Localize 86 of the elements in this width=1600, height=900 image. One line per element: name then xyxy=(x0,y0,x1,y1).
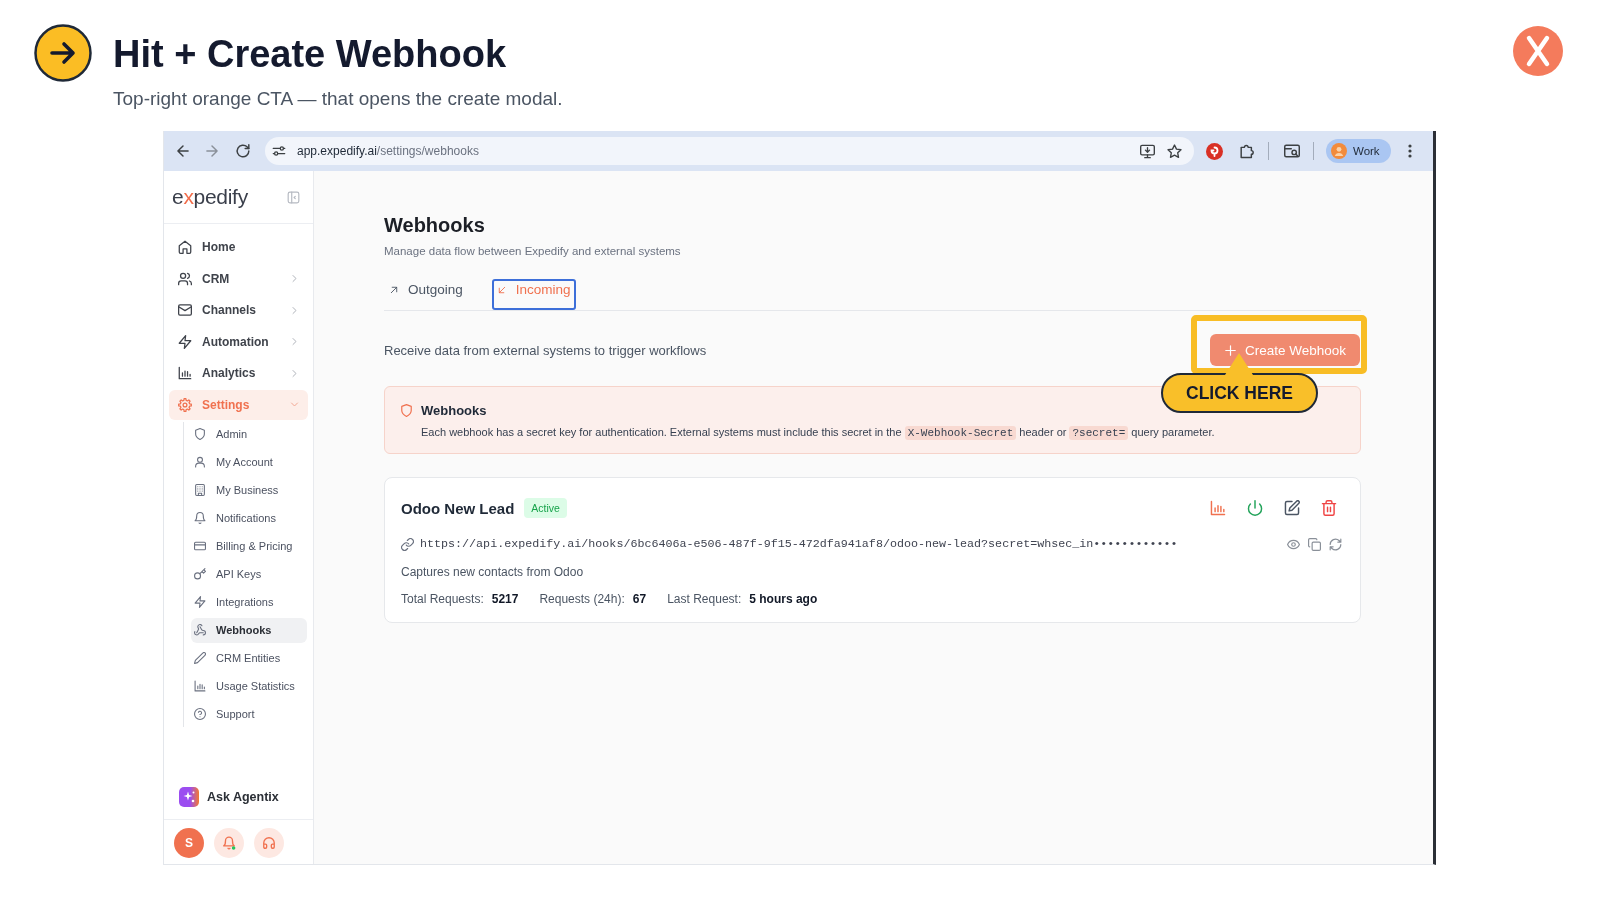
tab-search-icon[interactable] xyxy=(1284,143,1300,159)
eye-icon[interactable] xyxy=(1287,537,1300,551)
lightning-icon xyxy=(194,596,206,608)
slide-title: Hit + Create Webhook xyxy=(113,34,507,74)
submenu-item[interactable]: Integrations xyxy=(191,589,307,615)
stat-value: 5217 xyxy=(491,591,519,607)
stat-value: 67 xyxy=(632,591,647,607)
home-icon xyxy=(178,240,192,254)
reload-icon[interactable] xyxy=(235,143,251,159)
sliders-icon[interactable] xyxy=(272,144,286,158)
webhook-url: https://api.expedify.ai/hooks/6bc6406a-e506-487f-9f15-472dfa941af8/odoo-new-lead?secret=whsec_in•••••••••••• xyxy=(420,537,1178,551)
refresh-icon[interactable] xyxy=(1329,537,1342,551)
status-badge: Active xyxy=(524,498,567,518)
users-icon xyxy=(178,271,192,286)
slide-subtitle: Top-right orange CTA — that opens the create modal. xyxy=(113,88,563,110)
install-icon[interactable] xyxy=(1140,143,1155,159)
notice-title: Webhooks xyxy=(421,402,487,418)
bar-chart-icon xyxy=(194,680,206,692)
bar-chart-icon[interactable] xyxy=(1210,500,1226,516)
webhook-icon xyxy=(194,624,206,636)
submenu-item[interactable]: Webhooks xyxy=(191,617,307,643)
cross-logo-icon xyxy=(1513,26,1563,76)
page-subtitle: Manage data flow between Expedify and external systems xyxy=(384,244,682,259)
submenu-item[interactable]: My Account xyxy=(191,449,307,475)
stat-value: 5 hours ago xyxy=(749,591,818,607)
assistant-button[interactable]: Ask Agentix xyxy=(170,781,307,813)
power-icon[interactable] xyxy=(1247,500,1263,516)
building-icon xyxy=(194,484,206,496)
nav-item[interactable]: Home xyxy=(169,232,308,262)
submenu-item[interactable]: CRM Entities xyxy=(191,645,307,671)
notification-bell-icon[interactable] xyxy=(214,828,244,858)
submenu-item[interactable]: Billing & Pricing xyxy=(191,533,307,559)
headset-icon[interactable] xyxy=(254,828,284,858)
logo-wordmark: expedify xyxy=(172,185,248,209)
submenu-item[interactable]: Notifications xyxy=(191,505,307,531)
webhook-description: Captures new contacts from Odoo xyxy=(401,564,585,580)
nav-item[interactable]: CRM xyxy=(169,263,308,294)
star-icon[interactable] xyxy=(1167,143,1182,159)
profile-avatar-icon xyxy=(1331,143,1347,159)
question-circle-icon xyxy=(194,708,206,720)
arrow-right-icon xyxy=(34,24,92,82)
submenu-item[interactable]: API Keys xyxy=(191,561,307,587)
trash-icon[interactable] xyxy=(1321,500,1337,516)
key-icon xyxy=(194,568,206,580)
arrow-down-left-icon xyxy=(496,285,507,295)
notice-text: Each webhook has a secret key for authentication. External systems must include this secret in the X-Webhook-Secret header or ?secret= query parameter. xyxy=(421,425,1216,441)
shield-icon xyxy=(194,428,206,440)
url-text: app.expedify.ai/settings/webhooks xyxy=(297,144,479,158)
back-icon[interactable] xyxy=(175,143,191,159)
more-icon[interactable] xyxy=(1408,144,1412,158)
tab[interactable]: Outgoing xyxy=(384,279,468,310)
forward-icon[interactable] xyxy=(204,143,220,159)
submenu-item[interactable]: Admin xyxy=(191,421,307,447)
link-icon xyxy=(401,537,414,551)
callout-pointer-icon xyxy=(1225,353,1253,375)
shield-icon xyxy=(400,403,413,417)
submenu-item[interactable]: Usage Statistics xyxy=(191,673,307,699)
bell-icon xyxy=(194,512,206,524)
edit-icon[interactable] xyxy=(1284,500,1300,516)
credit-card-icon xyxy=(194,540,206,552)
panel-toggle-icon[interactable] xyxy=(287,190,300,204)
plus-icon xyxy=(1223,343,1237,357)
nav-item[interactable]: Analytics xyxy=(169,358,308,388)
gear-icon xyxy=(178,397,192,412)
envelope-icon xyxy=(178,303,192,317)
extension-icon[interactable] xyxy=(1206,142,1223,160)
submenu-item[interactable]: Support xyxy=(191,701,307,727)
copy-icon[interactable] xyxy=(1308,537,1321,551)
submenu-item[interactable]: My Business xyxy=(191,477,307,503)
stat-label: Requests (24h): xyxy=(539,591,625,607)
profile-button[interactable]: Work xyxy=(1326,139,1391,163)
webhook-name: Odoo New Lead xyxy=(401,499,515,517)
pencil-icon xyxy=(194,652,206,664)
nav-item[interactable]: Automation xyxy=(169,326,308,357)
user-icon xyxy=(194,456,206,468)
address-bar[interactable]: app.expedify.ai/settings/webhooks xyxy=(265,137,1194,165)
sparkle-app-icon xyxy=(179,787,199,807)
lightning-icon xyxy=(178,334,192,349)
stat-label: Last Request: xyxy=(667,591,742,607)
description-text: Receive data from external systems to trigger workflows xyxy=(384,342,707,358)
bar-chart-icon xyxy=(178,366,192,380)
puzzle-icon[interactable] xyxy=(1239,143,1255,159)
stat-label: Total Requests: xyxy=(401,591,484,607)
nav-item[interactable]: Channels xyxy=(169,295,308,325)
arrow-up-right-icon xyxy=(389,285,399,295)
page-title: Webhooks xyxy=(384,213,486,238)
